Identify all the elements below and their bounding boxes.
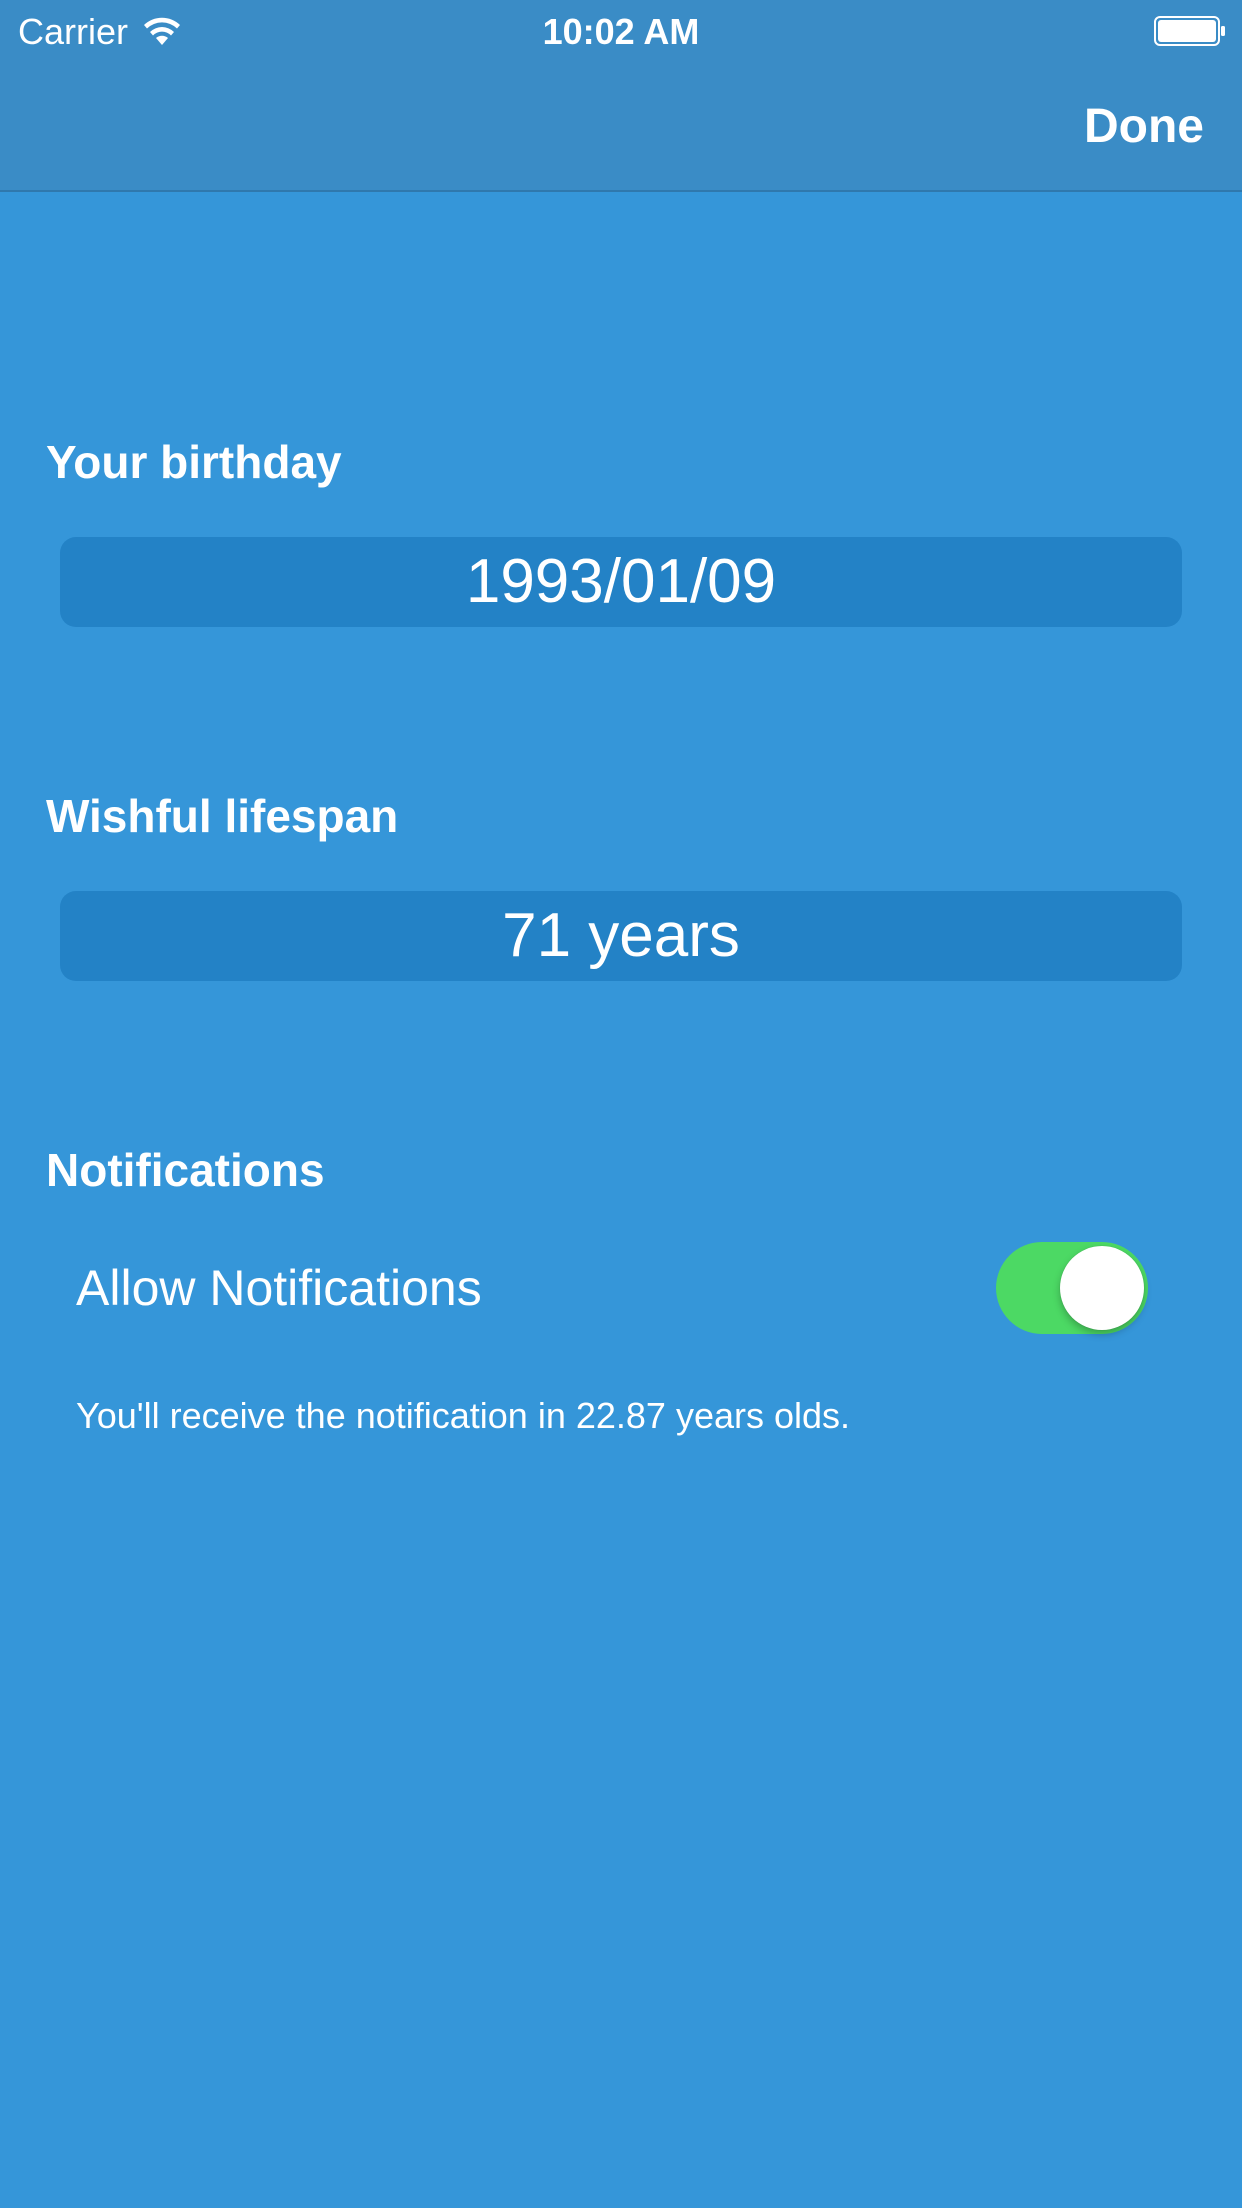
notifications-section-label: Notifications: [46, 1144, 325, 1196]
lifespan-section-label: Wishful lifespan: [46, 790, 399, 842]
status-time: 10:02 AM: [542, 11, 700, 52]
settings-screen: Carrier 10:02 AM Done Your birthday 1993…: [0, 0, 1242, 2208]
allow-notifications-label: Allow Notifications: [76, 1260, 482, 1316]
battery-icon: [1154, 16, 1225, 46]
allow-notifications-toggle[interactable]: [996, 1242, 1148, 1334]
done-button[interactable]: Done: [1084, 98, 1204, 156]
lifespan-field[interactable]: 71 years: [60, 891, 1182, 981]
birthday-field[interactable]: 1993/01/09: [60, 537, 1182, 627]
notification-note: You'll receive the notification in 22.87…: [76, 1395, 851, 1436]
birthday-section-label: Your birthday: [46, 436, 342, 488]
nav-bar: Carrier 10:02 AM Done: [0, 0, 1242, 192]
toggle-knob: [1060, 1246, 1144, 1330]
